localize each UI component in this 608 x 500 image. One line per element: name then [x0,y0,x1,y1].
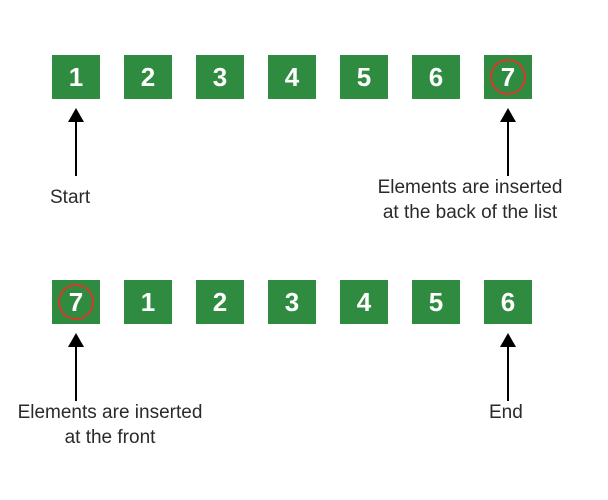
arrow-shaft [507,347,509,401]
box-value: 5 [429,287,443,318]
box-value: 2 [141,62,155,93]
box-value: 3 [213,62,227,93]
list-row-bottom: 7 1 2 3 4 5 6 [52,280,532,324]
label-insert-front: Elements are inserted at the front [0,401,230,450]
list-box: 4 [268,55,316,99]
list-box: 6 [484,280,532,324]
list-box: 7 [52,280,100,324]
arrow-shaft [75,122,77,176]
arrow-shaft [507,122,509,176]
list-box: 4 [340,280,388,324]
box-value: 7 [501,62,515,93]
box-value: 6 [501,287,515,318]
box-value: 4 [285,62,299,93]
box-value: 4 [357,287,371,318]
box-value: 1 [141,287,155,318]
box-value: 3 [285,287,299,318]
label-insert-back: Elements are inserted at the back of the… [350,176,590,225]
arrow-insert-back [500,108,516,176]
list-box: 3 [268,280,316,324]
arrow-head-icon [68,333,84,347]
list-box: 1 [124,280,172,324]
list-box: 1 [52,55,100,99]
box-value: 1 [69,62,83,93]
arrow-start [68,108,84,176]
list-box: 2 [124,55,172,99]
list-box: 5 [340,55,388,99]
label-end: End [489,401,523,426]
box-value: 2 [213,287,227,318]
arrow-insert-front [68,333,84,401]
arrow-end [500,333,516,401]
list-box: 3 [196,55,244,99]
arrow-shaft [75,347,77,401]
list-box: 7 [484,55,532,99]
arrow-head-icon [500,333,516,347]
list-box: 5 [412,280,460,324]
box-value: 6 [429,62,443,93]
arrow-head-icon [68,108,84,122]
label-start: Start [50,186,90,211]
box-value: 5 [357,62,371,93]
list-box: 6 [412,55,460,99]
box-value: 7 [69,287,83,318]
arrow-head-icon [500,108,516,122]
list-row-top: 1 2 3 4 5 6 7 [52,55,532,99]
list-box: 2 [196,280,244,324]
